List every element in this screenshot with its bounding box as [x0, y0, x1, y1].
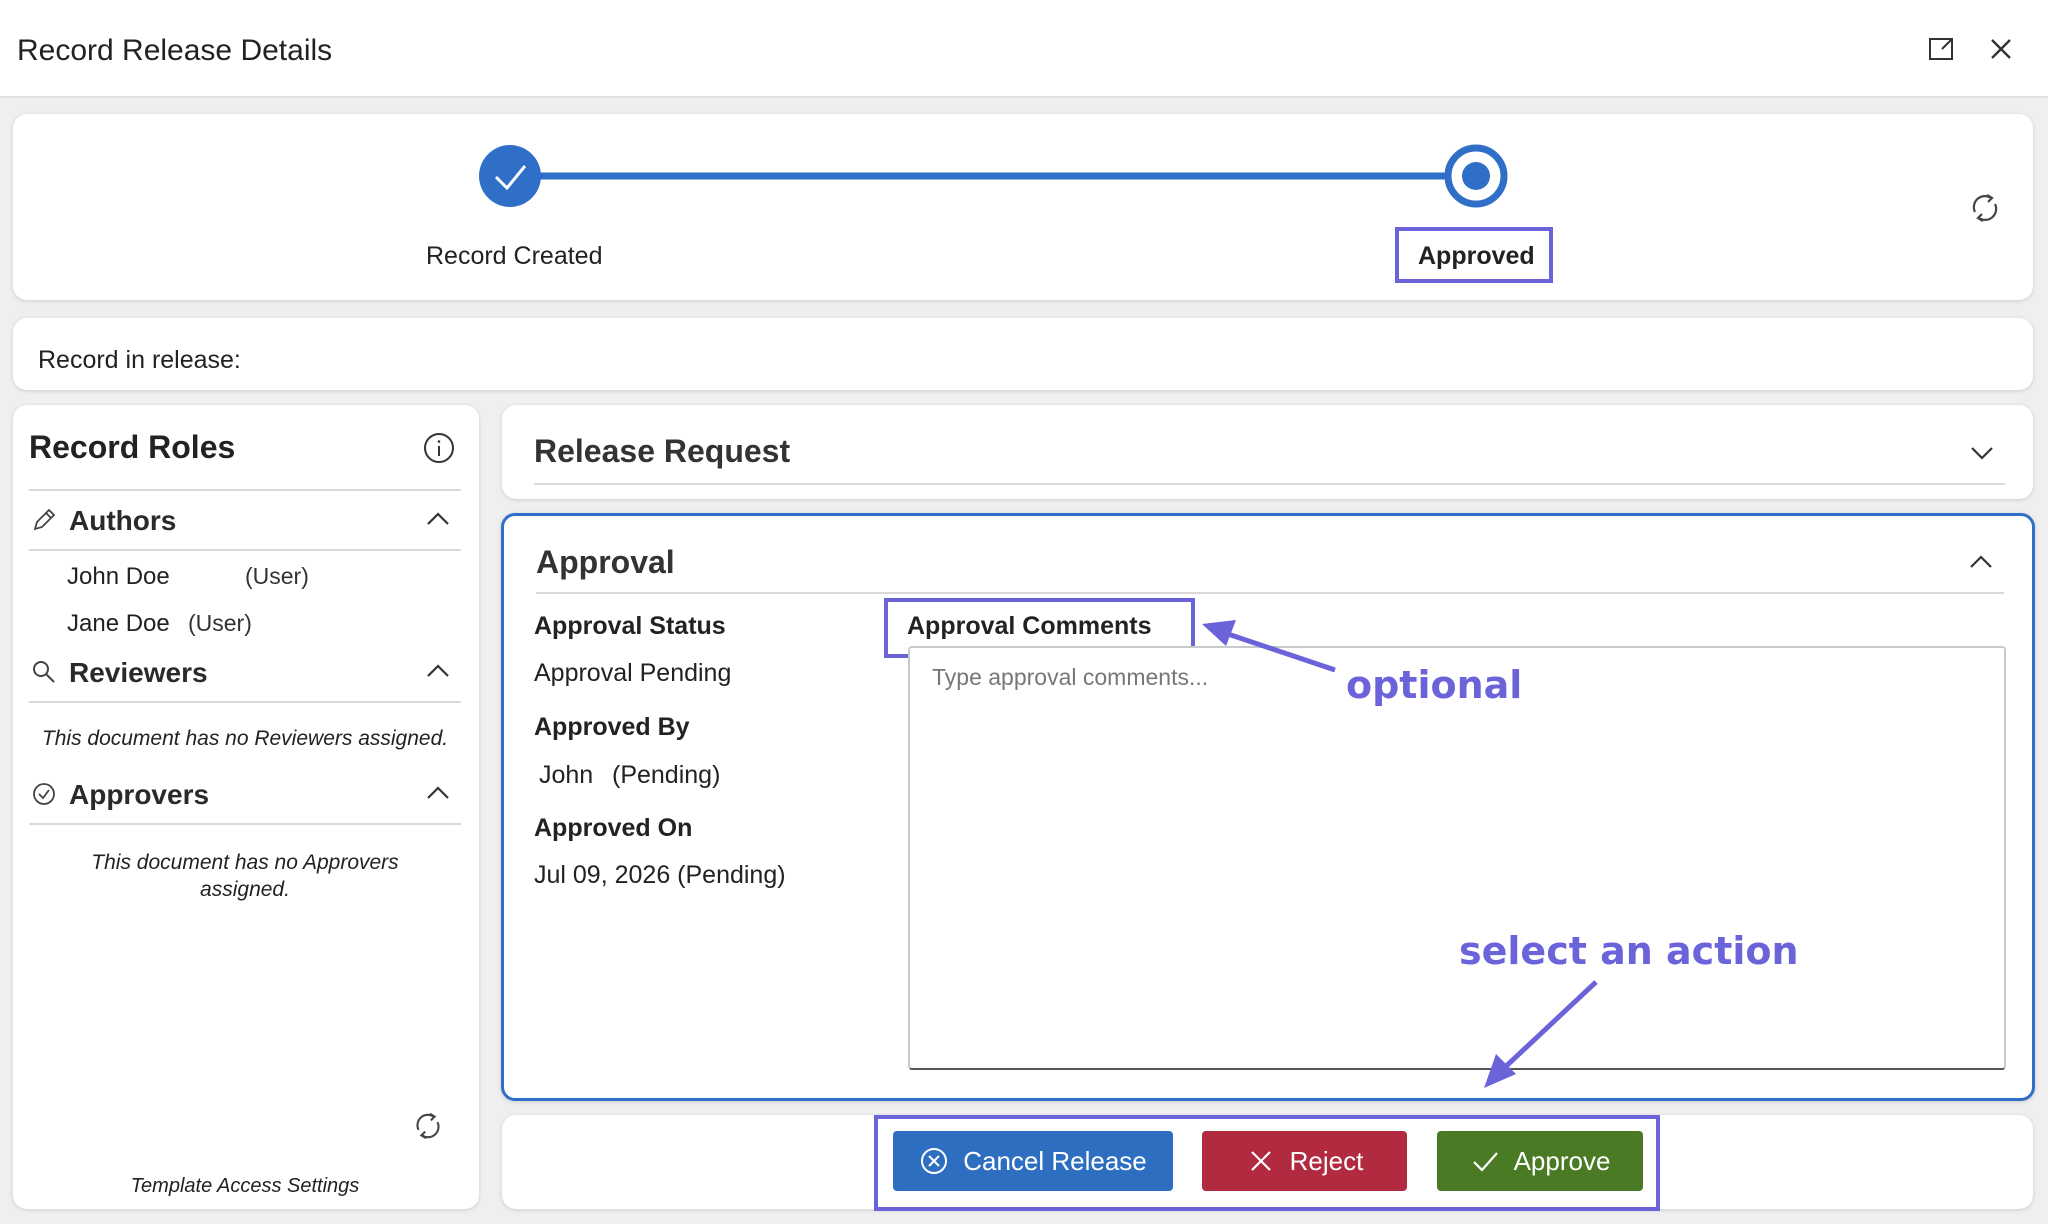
record-in-release-label: Record in release:: [38, 346, 241, 374]
approve-button[interactable]: Approve: [1437, 1131, 1643, 1191]
author-name-1: John Doe: [67, 563, 170, 590]
refresh-icon[interactable]: [1967, 190, 2003, 226]
approved-on-value: Jul 09, 2026 (Pending): [534, 861, 786, 889]
approved-by-state: (Pending): [612, 761, 721, 789]
approval-card: Approval Approval Status Approval Pendin…: [501, 513, 2035, 1101]
approved-on-label: Approved On: [534, 814, 693, 842]
progress-track: [479, 144, 1508, 208]
chevron-up-icon[interactable]: [423, 507, 453, 531]
stepper-card: Record Created Approved: [13, 114, 2033, 300]
x-icon: [1250, 1151, 1271, 1171]
approved-by-label: Approved By: [534, 713, 690, 741]
chevron-up-icon[interactable]: [423, 659, 453, 683]
release-request-divider: [534, 483, 2005, 485]
authors-label: Authors: [69, 505, 177, 536]
approve-label: Approve: [1513, 1145, 1611, 1176]
chevron-down-icon[interactable]: [1967, 441, 1997, 465]
reviewers-label: Reviewers: [69, 657, 208, 688]
cancel-release-label: Cancel Release: [963, 1145, 1147, 1176]
reject-label: Reject: [1289, 1145, 1364, 1176]
check-circle-icon: [31, 781, 57, 807]
record-in-release-card: Record in release:: [13, 318, 2033, 390]
release-request-title: Release Request: [534, 433, 791, 469]
approval-comments-label: Approval Comments: [907, 612, 1152, 640]
pencil-icon: [31, 507, 57, 533]
approval-divider: [536, 592, 2004, 594]
step-record-created-label: Record Created: [426, 242, 603, 270]
approval-title: Approval: [536, 544, 675, 580]
approvers-empty-text: This document has no Approvers assigned.: [91, 851, 399, 901]
step-approved-label: Approved: [1418, 242, 1535, 270]
author-role-2: (User): [188, 610, 252, 636]
release-request-card[interactable]: Release Request: [502, 405, 2033, 499]
approvers-section-header[interactable]: Approvers: [29, 765, 461, 825]
refresh-icon[interactable]: [411, 1109, 445, 1143]
action-bar-card: Cancel Release Reject Approve: [502, 1115, 2033, 1211]
approvers-label: Approvers: [69, 779, 210, 810]
template-access-settings-link[interactable]: Template Access Settings: [29, 1175, 461, 1198]
cancel-release-button[interactable]: Cancel Release: [893, 1131, 1173, 1191]
authors-section-header[interactable]: Authors: [29, 491, 461, 551]
search-icon: [31, 659, 57, 685]
chevron-up-icon[interactable]: [1966, 550, 1996, 574]
approval-comments-input[interactable]: [908, 646, 2006, 1070]
reject-button[interactable]: Reject: [1202, 1131, 1407, 1191]
record-roles-card: Record Roles Authors John Doe (User) Jan…: [13, 405, 479, 1209]
record-roles-title: Record Roles: [29, 429, 236, 465]
check-icon: [1472, 1152, 1498, 1172]
expand-icon[interactable]: [1927, 34, 1957, 64]
author-role-1: (User): [245, 563, 309, 589]
approval-status-value: Approval Pending: [534, 659, 732, 687]
annotation-select-action: select an action: [1459, 929, 1799, 973]
author-name-2: Jane Doe: [67, 610, 170, 637]
cancel-circle-icon: [921, 1148, 948, 1174]
close-icon[interactable]: [1986, 34, 2016, 64]
window-title: Record Release Details: [17, 34, 333, 67]
title-bar: Record Release Details: [0, 0, 2048, 98]
info-icon[interactable]: [422, 431, 456, 465]
annotation-optional: optional: [1346, 663, 1523, 707]
chevron-up-icon[interactable]: [423, 781, 453, 805]
approved-by-name: John: [539, 761, 594, 789]
reviewers-empty-text: This document has no Reviewers assigned.: [41, 727, 449, 750]
approval-status-label: Approval Status: [534, 612, 726, 640]
reviewers-section-header[interactable]: Reviewers: [29, 643, 461, 703]
